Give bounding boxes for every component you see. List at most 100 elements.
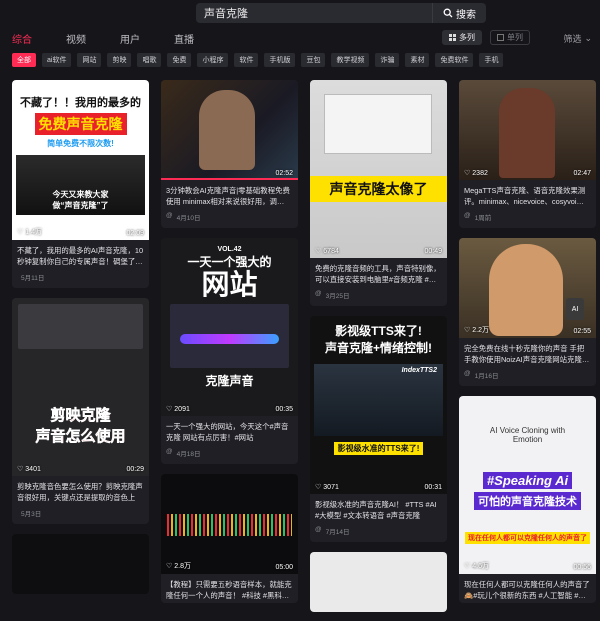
video-thumbnail[interactable]: 02:52 (161, 80, 298, 180)
video-meta: 5月11日 (12, 269, 149, 288)
tab-video[interactable]: 视频 (66, 31, 86, 50)
video-duration: 05:00 (275, 564, 293, 571)
video-card[interactable]: 剪映克隆 声音怎么使用 ♡ 3401 00:29 剪映克隆音色要怎么使用？剪映克隆… (12, 298, 149, 524)
filter-label: 筛选 (563, 34, 582, 44)
video-thumbnail[interactable]: 剪映克隆 声音怎么使用 ♡ 3401 00:29 (12, 298, 149, 476)
single-column-button[interactable]: 单列 (490, 30, 530, 45)
video-card[interactable] (12, 534, 149, 594)
heart-icon: ♡ (166, 563, 173, 570)
video-thumbnail[interactable]: ♡ 2382 02:47 (459, 80, 596, 180)
chip[interactable]: 唱歌 (137, 53, 162, 67)
video-thumbnail[interactable]: AI Voice Cloning with Emotion #Speaking … (459, 396, 596, 574)
chip-all[interactable]: 全部 (12, 53, 36, 67)
chip[interactable]: 诈骗 (375, 53, 400, 67)
video-description: 不藏了，我用的最多的AI声音克隆，10秒钟复制你自己的专属声音！碉堡了… (17, 246, 144, 266)
chip[interactable]: 手机 (479, 53, 504, 67)
thumbnail-caption: #Speaking Ai (482, 472, 573, 489)
video-card[interactable]: VOL.42 一天一个强大的 网站 克隆声音 ♡ 2091 00:35 一天一个强… (161, 238, 298, 464)
video-card[interactable]: ♡ 2.8万 05:00 【教程】只需要五秒语音样本，就能克隆任何一个人的声音！ … (161, 474, 298, 603)
chip[interactable]: 免费软件 (435, 53, 474, 67)
chip[interactable]: ai软件 (42, 53, 72, 67)
author[interactable]: @ (315, 290, 322, 300)
view-toggle: 多列 单列 (442, 30, 530, 45)
video-thumbnail[interactable]: 声音克隆太像了 ♡ 6784 00:49 (310, 80, 447, 258)
video-description: 影视级水准的声音克隆AI！ #TTS #AI #大模型 #文本转语音 #声音克隆 (315, 500, 437, 520)
multi-column-button[interactable]: 多列 (442, 30, 482, 45)
video-duration: 00:35 (275, 406, 293, 413)
video-thumbnail[interactable]: ♡ 2.8万 05:00 (161, 474, 298, 574)
video-thumbnail[interactable] (12, 534, 149, 594)
result-tabs: 综合 视频 用户 直播 (12, 31, 228, 50)
heart-icon: ♡ (464, 327, 471, 334)
cartoon-character (489, 244, 563, 336)
chip[interactable]: 软件 (234, 53, 259, 67)
tab-all[interactable]: 综合 (12, 31, 32, 50)
chip[interactable]: 素材 (405, 53, 430, 67)
person-figure (199, 90, 255, 170)
video-duration: 00:56 (573, 564, 591, 571)
video-thumbnail[interactable]: AI ♡ 2.2万 02:55 (459, 238, 596, 338)
video-duration: 00:49 (424, 248, 442, 255)
video-card[interactable]: 声音克隆太像了 ♡ 6784 00:49 免费的克隆音频的工具，声音特别像，可以直… (310, 80, 447, 306)
video-card[interactable]: ♡ 2382 02:47 MegaTTS声音克隆、语音克隆效果测评。minimax… (459, 80, 596, 228)
video-progress (161, 178, 298, 180)
thumbnail-caption: 免费声音克隆 (34, 113, 127, 135)
author[interactable]: @ (166, 212, 173, 222)
thumbnail-caption: 不藏了！！我用的最多的 (20, 97, 141, 109)
filter-button[interactable]: 筛选 ⌄ (563, 32, 592, 45)
video-card[interactable]: 不藏了！！我用的最多的 免费声音克隆 简单免费不限次数! 今天又来教大家 做“声… (12, 80, 149, 288)
video-description: 剪映克隆音色要怎么使用？剪映克隆声音很好用，关键点还是提取的音色上面… (17, 482, 143, 505)
heart-icon: ♡ (166, 406, 173, 413)
results-column-1: 不藏了！！我用的最多的 免费声音克隆 简单免费不限次数! 今天又来教大家 做“声… (12, 80, 149, 604)
chip[interactable]: 教学视频 (331, 53, 370, 67)
chip[interactable]: 剪映 (107, 53, 132, 67)
author[interactable]: @ (315, 526, 322, 536)
heart-icon: ♡ (17, 229, 24, 236)
waveform-graphic (180, 334, 279, 344)
publish-date: 1周前 (474, 215, 492, 222)
thumbnail-caption: 简单免费不限次数! (47, 139, 114, 148)
author[interactable]: @ (464, 212, 471, 222)
video-thumbnail[interactable]: VOL.42 一天一个强大的 网站 克隆声音 ♡ 2091 00:35 (161, 238, 298, 416)
like-count: ♡ 2.2万 (464, 327, 490, 334)
chip[interactable]: 豆包 (301, 53, 326, 67)
author[interactable]: @ (464, 370, 471, 380)
like-count: ♡ 1.4万 (17, 229, 43, 236)
video-duration: 02:09 (126, 230, 144, 237)
heart-icon: ♡ (315, 248, 322, 255)
chip[interactable]: 手机版 (264, 53, 296, 67)
video-description: MegaTTS声音克隆、语音克隆效果测评。minimax、nicevoice、c… (464, 186, 586, 206)
tab-user[interactable]: 用户 (120, 31, 140, 50)
search-button[interactable]: 搜索 (432, 3, 486, 23)
thumbnail-caption: 可怕的声音克隆技术 (474, 492, 581, 510)
publish-date: 1月16日 (474, 373, 499, 380)
video-meta: @4月10日 (161, 209, 298, 228)
video-card[interactable]: 影视级TTS来了! 声音克隆+情绪控制! IndexTTS2 影视级水准的TTS… (310, 316, 447, 542)
video-card[interactable] (310, 552, 447, 612)
chip[interactable]: 网站 (77, 53, 102, 67)
video-meta: 5月3日 (12, 505, 149, 524)
video-meta: @4月18日 (161, 445, 298, 464)
publish-date: 4月18日 (176, 451, 201, 458)
search-button-label: 搜索 (456, 9, 476, 21)
video-thumbnail[interactable]: 影视级TTS来了! 声音克隆+情绪控制! IndexTTS2 影视级水准的TTS… (310, 316, 447, 494)
author[interactable]: @ (166, 448, 173, 458)
thumbnail-caption: IndexTTS2 (401, 367, 437, 374)
video-thumbnail[interactable] (310, 552, 447, 612)
video-description: 【教程】只需要五秒语音样本，就能克隆任何一个人的声音！ #科技 #黑科… (166, 580, 292, 600)
results-column-2: 02:52 3分钟教会AI克隆声音|零基础教程免费使用 minimax相对来说很… (161, 80, 298, 613)
video-card[interactable]: AI ♡ 2.2万 02:55 完全免费在线十秒克隆你的声音 手把手教你使用Noi… (459, 238, 596, 386)
video-card[interactable]: 02:52 3分钟教会AI克隆声音|零基础教程免费使用 minimax相对来说很… (161, 80, 298, 228)
video-description: 一天一个强大的网站，今天这个#声音克隆 网站有点厉害！#网站 (166, 422, 289, 442)
video-description: 现在任何人都可以克隆任何人的声音了🙈#玩儿个很新的东西 #人工智能 #… (464, 580, 590, 600)
chip[interactable]: 小程序 (197, 53, 229, 67)
results-column-3: 声音克隆太像了 ♡ 6784 00:49 免费的克隆音频的工具，声音特别像，可以直… (310, 80, 447, 621)
chip[interactable]: 免费 (167, 53, 192, 67)
tab-live[interactable]: 直播 (174, 31, 194, 50)
video-thumbnail[interactable]: 不藏了！！我用的最多的 免费声音克隆 简单免费不限次数! 今天又来教大家 做“声… (12, 80, 149, 240)
publish-date: 5月11日 (21, 275, 45, 282)
video-card[interactable]: AI Voice Cloning with Emotion #Speaking … (459, 396, 596, 603)
search-input[interactable] (196, 3, 432, 23)
thumbnail-caption: 做“声音克隆”了 (52, 201, 109, 210)
results-column-4: ♡ 2382 02:47 MegaTTS声音克隆、语音克隆效果测评。minimax… (459, 80, 596, 613)
